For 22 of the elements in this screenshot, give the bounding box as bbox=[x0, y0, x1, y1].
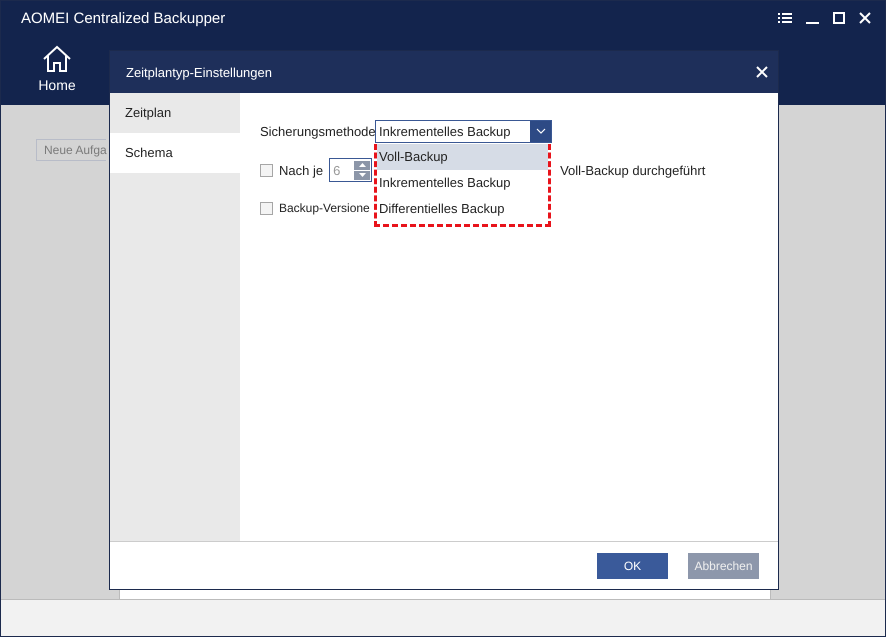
sidebar-item[interactable]: Zeitplan bbox=[110, 93, 240, 133]
down-arrow-icon bbox=[358, 173, 366, 177]
dialog-title: Zeitplantyp-Einstellungen bbox=[126, 64, 272, 80]
dropdown-option[interactable]: Differentielles Backup bbox=[377, 196, 548, 222]
dropdown-option[interactable]: Inkrementelles Backup bbox=[377, 170, 548, 196]
method-dropdown[interactable]: Inkrementelles Backup bbox=[375, 120, 552, 142]
checkbox-label: Backup-Versione bbox=[279, 201, 370, 215]
menu-icon[interactable] bbox=[778, 12, 792, 24]
close-icon[interactable] bbox=[756, 66, 768, 78]
checkbox[interactable] bbox=[260, 202, 273, 214]
window-title: AOMEI Centralized Backupper bbox=[21, 10, 226, 26]
suffix-text: Voll-Backup durchgeführt bbox=[560, 162, 706, 178]
maximize-icon[interactable] bbox=[833, 12, 845, 24]
ok-button[interactable]: OK bbox=[597, 552, 668, 578]
method-label: Sicherungsmethode bbox=[260, 124, 375, 138]
up-arrow-icon bbox=[358, 163, 366, 167]
house-icon bbox=[42, 45, 72, 73]
checkbox-label: Nach je bbox=[279, 162, 324, 178]
sidebar-item[interactable]: Schema bbox=[110, 133, 240, 173]
close-icon[interactable] bbox=[859, 12, 871, 24]
home-tab[interactable]: Home bbox=[33, 35, 81, 105]
dropdown-option[interactable]: Voll-Backup bbox=[377, 144, 548, 170]
